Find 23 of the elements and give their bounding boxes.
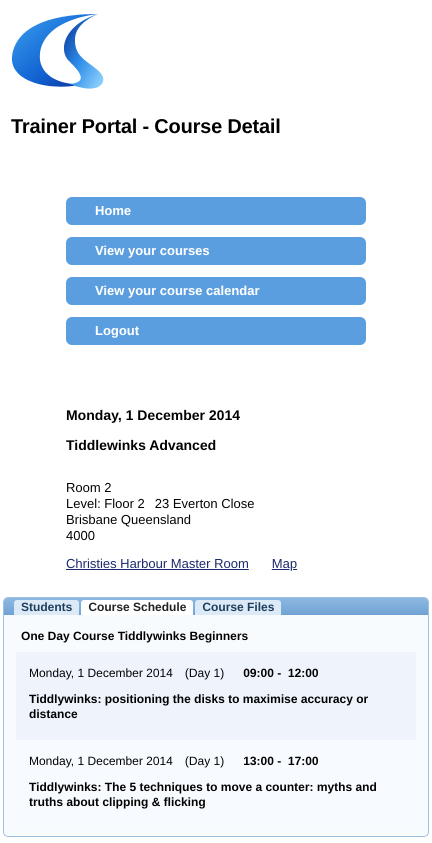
session-title: Tiddlywinks: The 5 techniques to move a counter: myths and truths about clipping & flicking — [29, 780, 378, 810]
tab[interactable]: Course Files — [195, 600, 282, 615]
page-title: Trainer Portal - Course Detail — [11, 116, 282, 139]
address-text: Level: Floor 2 — [66, 496, 145, 512]
address-text: Room 2 — [66, 480, 112, 496]
course-name: Tiddlewinks Advanced — [66, 437, 218, 453]
tab[interactable]: Students — [14, 600, 80, 615]
logo-icon — [10, 12, 106, 90]
link[interactable]: Map — [272, 556, 298, 571]
address-text: Brisbane Queensland — [66, 512, 192, 528]
link[interactable]: Christies Harbour Master Room — [66, 556, 249, 571]
session-time: 09:00 - 12:00 — [243, 666, 319, 680]
session-title: Tiddlywinks: positioning the disks to maximise accuracy or distance — [29, 692, 370, 722]
session-time: 13:00 - 17:00 — [243, 754, 319, 768]
session-date: Monday, 1 December 2014 — [29, 666, 173, 680]
address-text: 23 Everton Close — [154, 496, 254, 512]
session-day: (Day 1) — [184, 666, 224, 680]
session-day: (Day 1) — [184, 754, 224, 768]
tab[interactable]: Course Schedule — [81, 600, 194, 615]
schedule-heading: One Day Course Tiddlywinks Beginners — [21, 629, 250, 643]
course-date: Monday, 1 December 2014 — [66, 407, 242, 423]
address-text: 4000 — [66, 528, 95, 544]
session-date: Monday, 1 December 2014 — [29, 754, 173, 768]
